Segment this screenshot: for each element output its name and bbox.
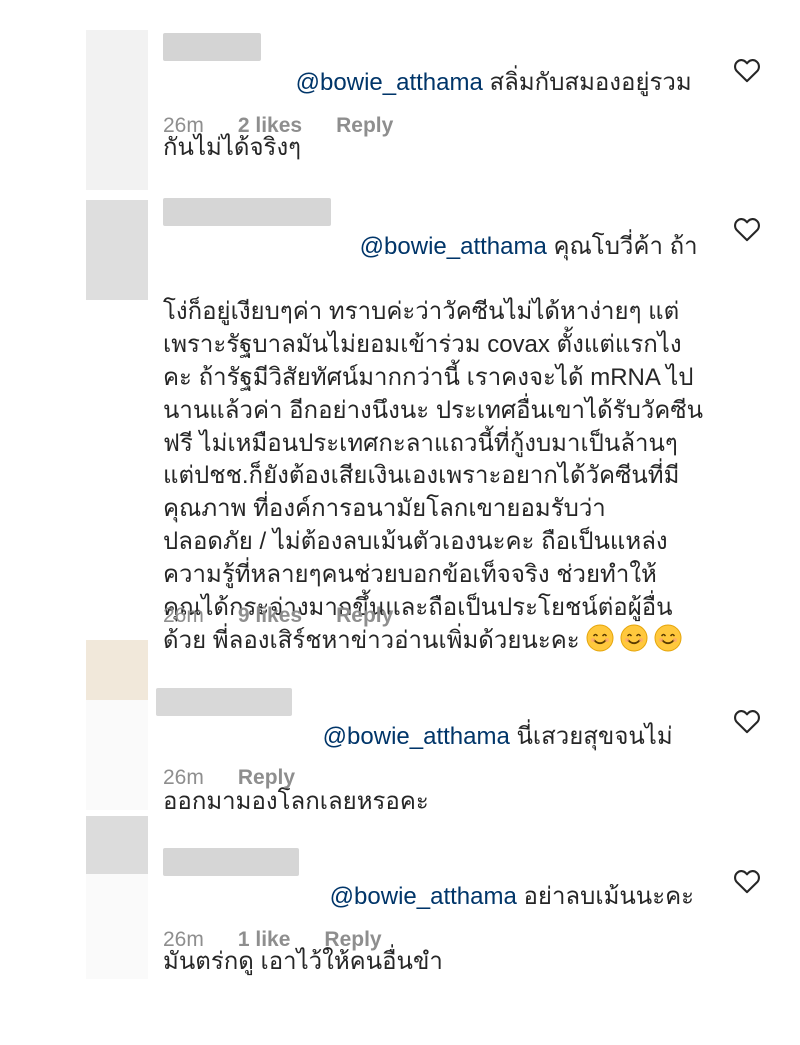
- comment-1: @bowie_atthama สลิ่มกับสมองอยู่รวม กันไม…: [0, 0, 800, 190]
- reply-button[interactable]: Reply: [336, 114, 393, 138]
- mention-link[interactable]: @bowie_atthama: [360, 233, 547, 260]
- avatar-bg: [86, 874, 148, 979]
- avatar[interactable]: [86, 816, 148, 874]
- comment-text-line1: นี่เสวยสุขจนไม่: [509, 722, 673, 750]
- likes-count-button[interactable]: 2 likes: [238, 114, 302, 138]
- comment-text-line1: อย่าลบเม้นนะคะ: [516, 882, 695, 910]
- reply-button[interactable]: Reply: [324, 928, 381, 952]
- heart-outline-icon[interactable]: [733, 216, 761, 242]
- comment-4: @bowie_atthama อย่าลบเม้นนะคะ มันตร่กดู …: [0, 810, 800, 979]
- comment-2: @bowie_atthama คุณโบวี่ค้า ถ้า โง่ก็อยู่…: [0, 190, 800, 654]
- heart-outline-icon[interactable]: [733, 868, 761, 894]
- comment-3: @bowie_atthama นี่เสวยสุขจนไม่ ออกมามองโ…: [0, 640, 800, 815]
- mention-link[interactable]: @bowie_atthama: [323, 723, 510, 750]
- comment-meta: 26m 2 likes Reply: [163, 114, 393, 138]
- mention-link[interactable]: @bowie_atthama: [296, 69, 483, 96]
- comment-text-line1: คุณโบวี่ค้า ถ้า: [546, 232, 698, 260]
- comment-time: 26m: [163, 766, 204, 789]
- comment-time: 26m: [163, 114, 204, 137]
- reply-button[interactable]: Reply: [238, 766, 295, 790]
- comment-meta: 26m 9 likes Reply: [163, 604, 393, 628]
- comment-meta: 26m Reply: [163, 766, 295, 790]
- heart-outline-icon[interactable]: [733, 57, 761, 83]
- heart-outline-icon[interactable]: [733, 708, 761, 734]
- comment-meta: 26m 1 like Reply: [163, 928, 382, 952]
- avatar[interactable]: [86, 200, 148, 300]
- mention-link[interactable]: @bowie_atthama: [330, 883, 517, 910]
- comment-time: 26m: [163, 928, 204, 951]
- comment-text-line1: สลิ่มกับสมองอยู่รวม: [482, 68, 692, 96]
- avatar-bg: [86, 700, 148, 810]
- avatar[interactable]: [86, 30, 148, 190]
- likes-count-button[interactable]: 1 like: [238, 928, 291, 952]
- likes-count-button[interactable]: 9 likes: [238, 604, 302, 628]
- avatar[interactable]: [86, 640, 148, 700]
- reply-button[interactable]: Reply: [336, 604, 393, 628]
- avatar-bg: [86, 300, 148, 640]
- comment-time: 26m: [163, 604, 204, 627]
